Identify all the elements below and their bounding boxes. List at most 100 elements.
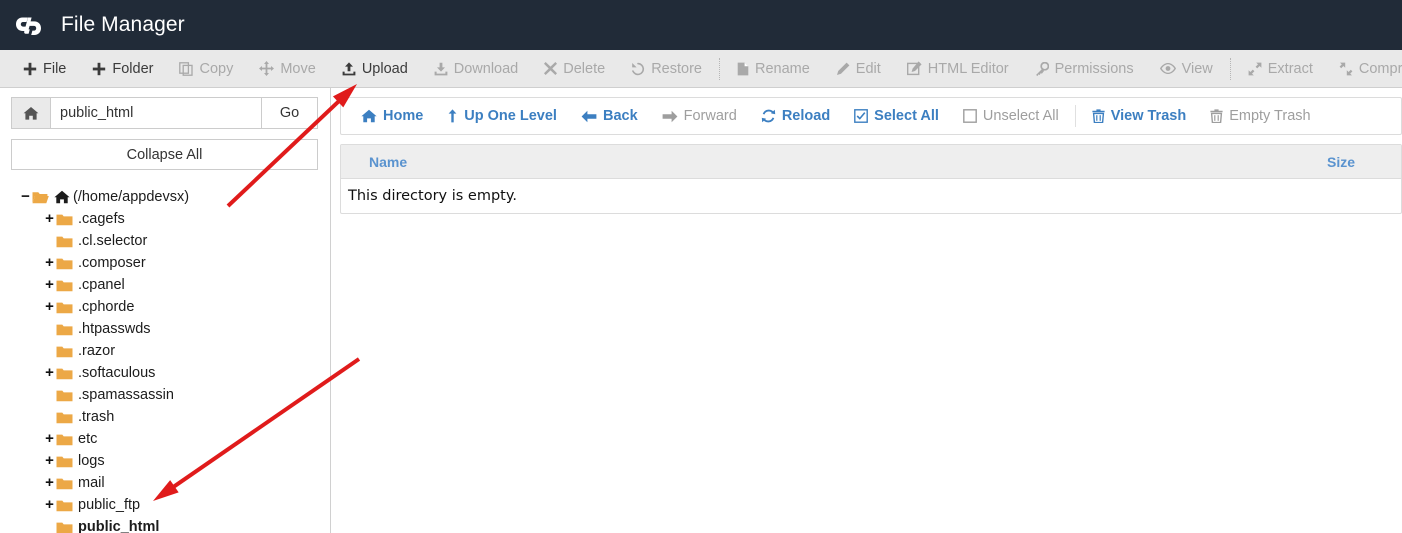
nav-separator: [1074, 105, 1076, 127]
expand-toggle-icon[interactable]: +: [43, 362, 56, 384]
arrow-left-icon: [581, 110, 597, 123]
arrow-right-icon: [662, 110, 678, 123]
toolbar-button-restore[interactable]: Restore: [618, 50, 715, 87]
toolbar-button-label: Rename: [754, 60, 810, 77]
tree-node-label: mail: [78, 475, 105, 491]
tree-node-.htpasswds[interactable]: .htpasswds: [11, 318, 318, 340]
tree-node-.razor[interactable]: .razor: [11, 340, 318, 362]
tree-node-mail[interactable]: + mail: [11, 472, 318, 494]
toolbar-button-permissions[interactable]: Permissions: [1022, 50, 1147, 87]
toolbar-button-edit[interactable]: Edit: [823, 50, 894, 87]
expand-toggle-icon[interactable]: +: [43, 208, 56, 230]
tree-node-.composer[interactable]: + .composer: [11, 252, 318, 274]
toolbar-button-file[interactable]: File: [10, 50, 79, 87]
tree-node-logs[interactable]: + logs: [11, 450, 318, 472]
nav-button-label: View Trash: [1110, 108, 1187, 124]
tree-node-.trash[interactable]: .trash: [11, 406, 318, 428]
expand-toggle-icon[interactable]: +: [43, 274, 56, 296]
tree-node-.cl.selector[interactable]: .cl.selector: [11, 230, 318, 252]
nav-button-label: Forward: [683, 108, 737, 124]
tree-node-label: .cagefs: [78, 211, 125, 227]
nav-button-reload[interactable]: Reload: [749, 98, 842, 134]
tree-node-public_html[interactable]: public_html: [11, 516, 318, 533]
download-icon: [434, 62, 448, 76]
up-arrow-icon: [447, 109, 458, 123]
nav-button-label: Empty Trash: [1229, 108, 1311, 124]
folder-icon: [56, 521, 73, 533]
expand-toggle-icon[interactable]: +: [43, 296, 56, 318]
nav-button-view-trash[interactable]: View Trash: [1080, 98, 1199, 134]
expand-toggle-icon[interactable]: +: [43, 450, 56, 472]
path-input[interactable]: [50, 97, 262, 129]
tree-node-public_ftp[interactable]: + public_ftp: [11, 494, 318, 516]
nav-button-forward[interactable]: Forward: [650, 98, 749, 134]
nav-button-empty-trash[interactable]: Empty Trash: [1198, 98, 1322, 134]
checkbox-empty-icon: [963, 109, 977, 123]
folder-icon: [56, 279, 73, 292]
toolbar-button-compress[interactable]: Compress: [1326, 50, 1402, 87]
move-icon: [259, 61, 275, 76]
toolbar-button-rename[interactable]: Rename: [724, 50, 823, 87]
page-title: File Manager: [61, 13, 185, 36]
nav-button-unselect-all[interactable]: Unselect All: [951, 98, 1071, 134]
expand-toggle-icon[interactable]: +: [43, 472, 56, 494]
path-go-button[interactable]: Go: [262, 97, 318, 129]
expand-toggle-icon[interactable]: +: [43, 494, 56, 516]
collapse-all-button[interactable]: Collapse All: [11, 139, 318, 170]
folder-icon: [56, 411, 73, 424]
main-toolbar: File Folder Copy Move Upload Download Delete Re…: [0, 50, 1402, 88]
toolbar-button-label: Upload: [361, 60, 408, 77]
tree-node-.cphorde[interactable]: + .cphorde: [11, 296, 318, 318]
expand-toggle-icon[interactable]: +: [43, 428, 56, 450]
nav-button-up-one-level[interactable]: Up One Level: [435, 98, 569, 134]
trash-icon: [1210, 109, 1223, 123]
folder-icon: [56, 455, 73, 468]
tree-node-label: .razor: [78, 343, 116, 359]
folder-icon: [56, 433, 73, 446]
toolbar-button-folder[interactable]: Folder: [79, 50, 166, 87]
collapse-toggle-icon[interactable]: −: [19, 186, 32, 208]
tree-node-etc[interactable]: + etc: [11, 428, 318, 450]
pencil-icon: [836, 62, 850, 76]
tree-node-.softaculous[interactable]: + .softaculous: [11, 362, 318, 384]
tree-node-label: .htpasswds: [78, 321, 151, 337]
tree-node-.cpanel[interactable]: + .cpanel: [11, 274, 318, 296]
cpanel-logo-icon: [16, 12, 52, 38]
toolbar-button-download[interactable]: Download: [421, 50, 532, 87]
key-icon: [1035, 61, 1049, 76]
toolbar-button-copy[interactable]: Copy: [166, 50, 246, 87]
toolbar-button-label: Delete: [563, 60, 606, 77]
folder-icon: [56, 499, 73, 512]
column-header-name[interactable]: Name: [341, 154, 1281, 170]
directory-tree: − (/home/appdevsx) + .cagefs .cl.selector + .c…: [11, 186, 318, 533]
tree-node-label: public_html: [78, 519, 160, 533]
tree-node-label: public_ftp: [78, 497, 141, 513]
expand-toggle-icon[interactable]: +: [43, 252, 56, 274]
toolbar-button-extract[interactable]: Extract: [1235, 50, 1326, 87]
app-header: File Manager: [0, 0, 1402, 50]
toolbar-button-html-editor[interactable]: HTML Editor: [894, 50, 1022, 87]
trash-icon: [1092, 109, 1105, 123]
nav-button-select-all[interactable]: Select All: [842, 98, 951, 134]
file-icon: [737, 62, 749, 76]
tree-node-.spamassassin[interactable]: .spamassassin: [11, 384, 318, 406]
folder-icon: [56, 257, 73, 270]
tree-node-label: .cl.selector: [78, 233, 148, 249]
tree-node-label: (/home/appdevsx): [73, 189, 190, 205]
tree-node-.cagefs[interactable]: + .cagefs: [11, 208, 318, 230]
toolbar-button-view[interactable]: View: [1147, 50, 1226, 87]
column-header-size[interactable]: Size: [1281, 154, 1401, 170]
plus-icon: [23, 62, 37, 76]
plus-icon: [92, 62, 106, 76]
toolbar-button-delete[interactable]: Delete: [531, 50, 618, 87]
nav-button-home[interactable]: Home: [349, 98, 435, 134]
toolbar-button-move[interactable]: Move: [246, 50, 328, 87]
restore-icon: [631, 62, 645, 76]
tree-node-homeappdevsx[interactable]: − (/home/appdevsx): [11, 186, 318, 208]
home-icon: [361, 109, 377, 123]
nav-button-back[interactable]: Back: [569, 98, 650, 134]
folder-icon: [56, 477, 73, 490]
folder-icon: [56, 235, 73, 248]
toolbar-button-upload[interactable]: Upload: [329, 50, 421, 87]
path-home-button[interactable]: [11, 97, 50, 129]
